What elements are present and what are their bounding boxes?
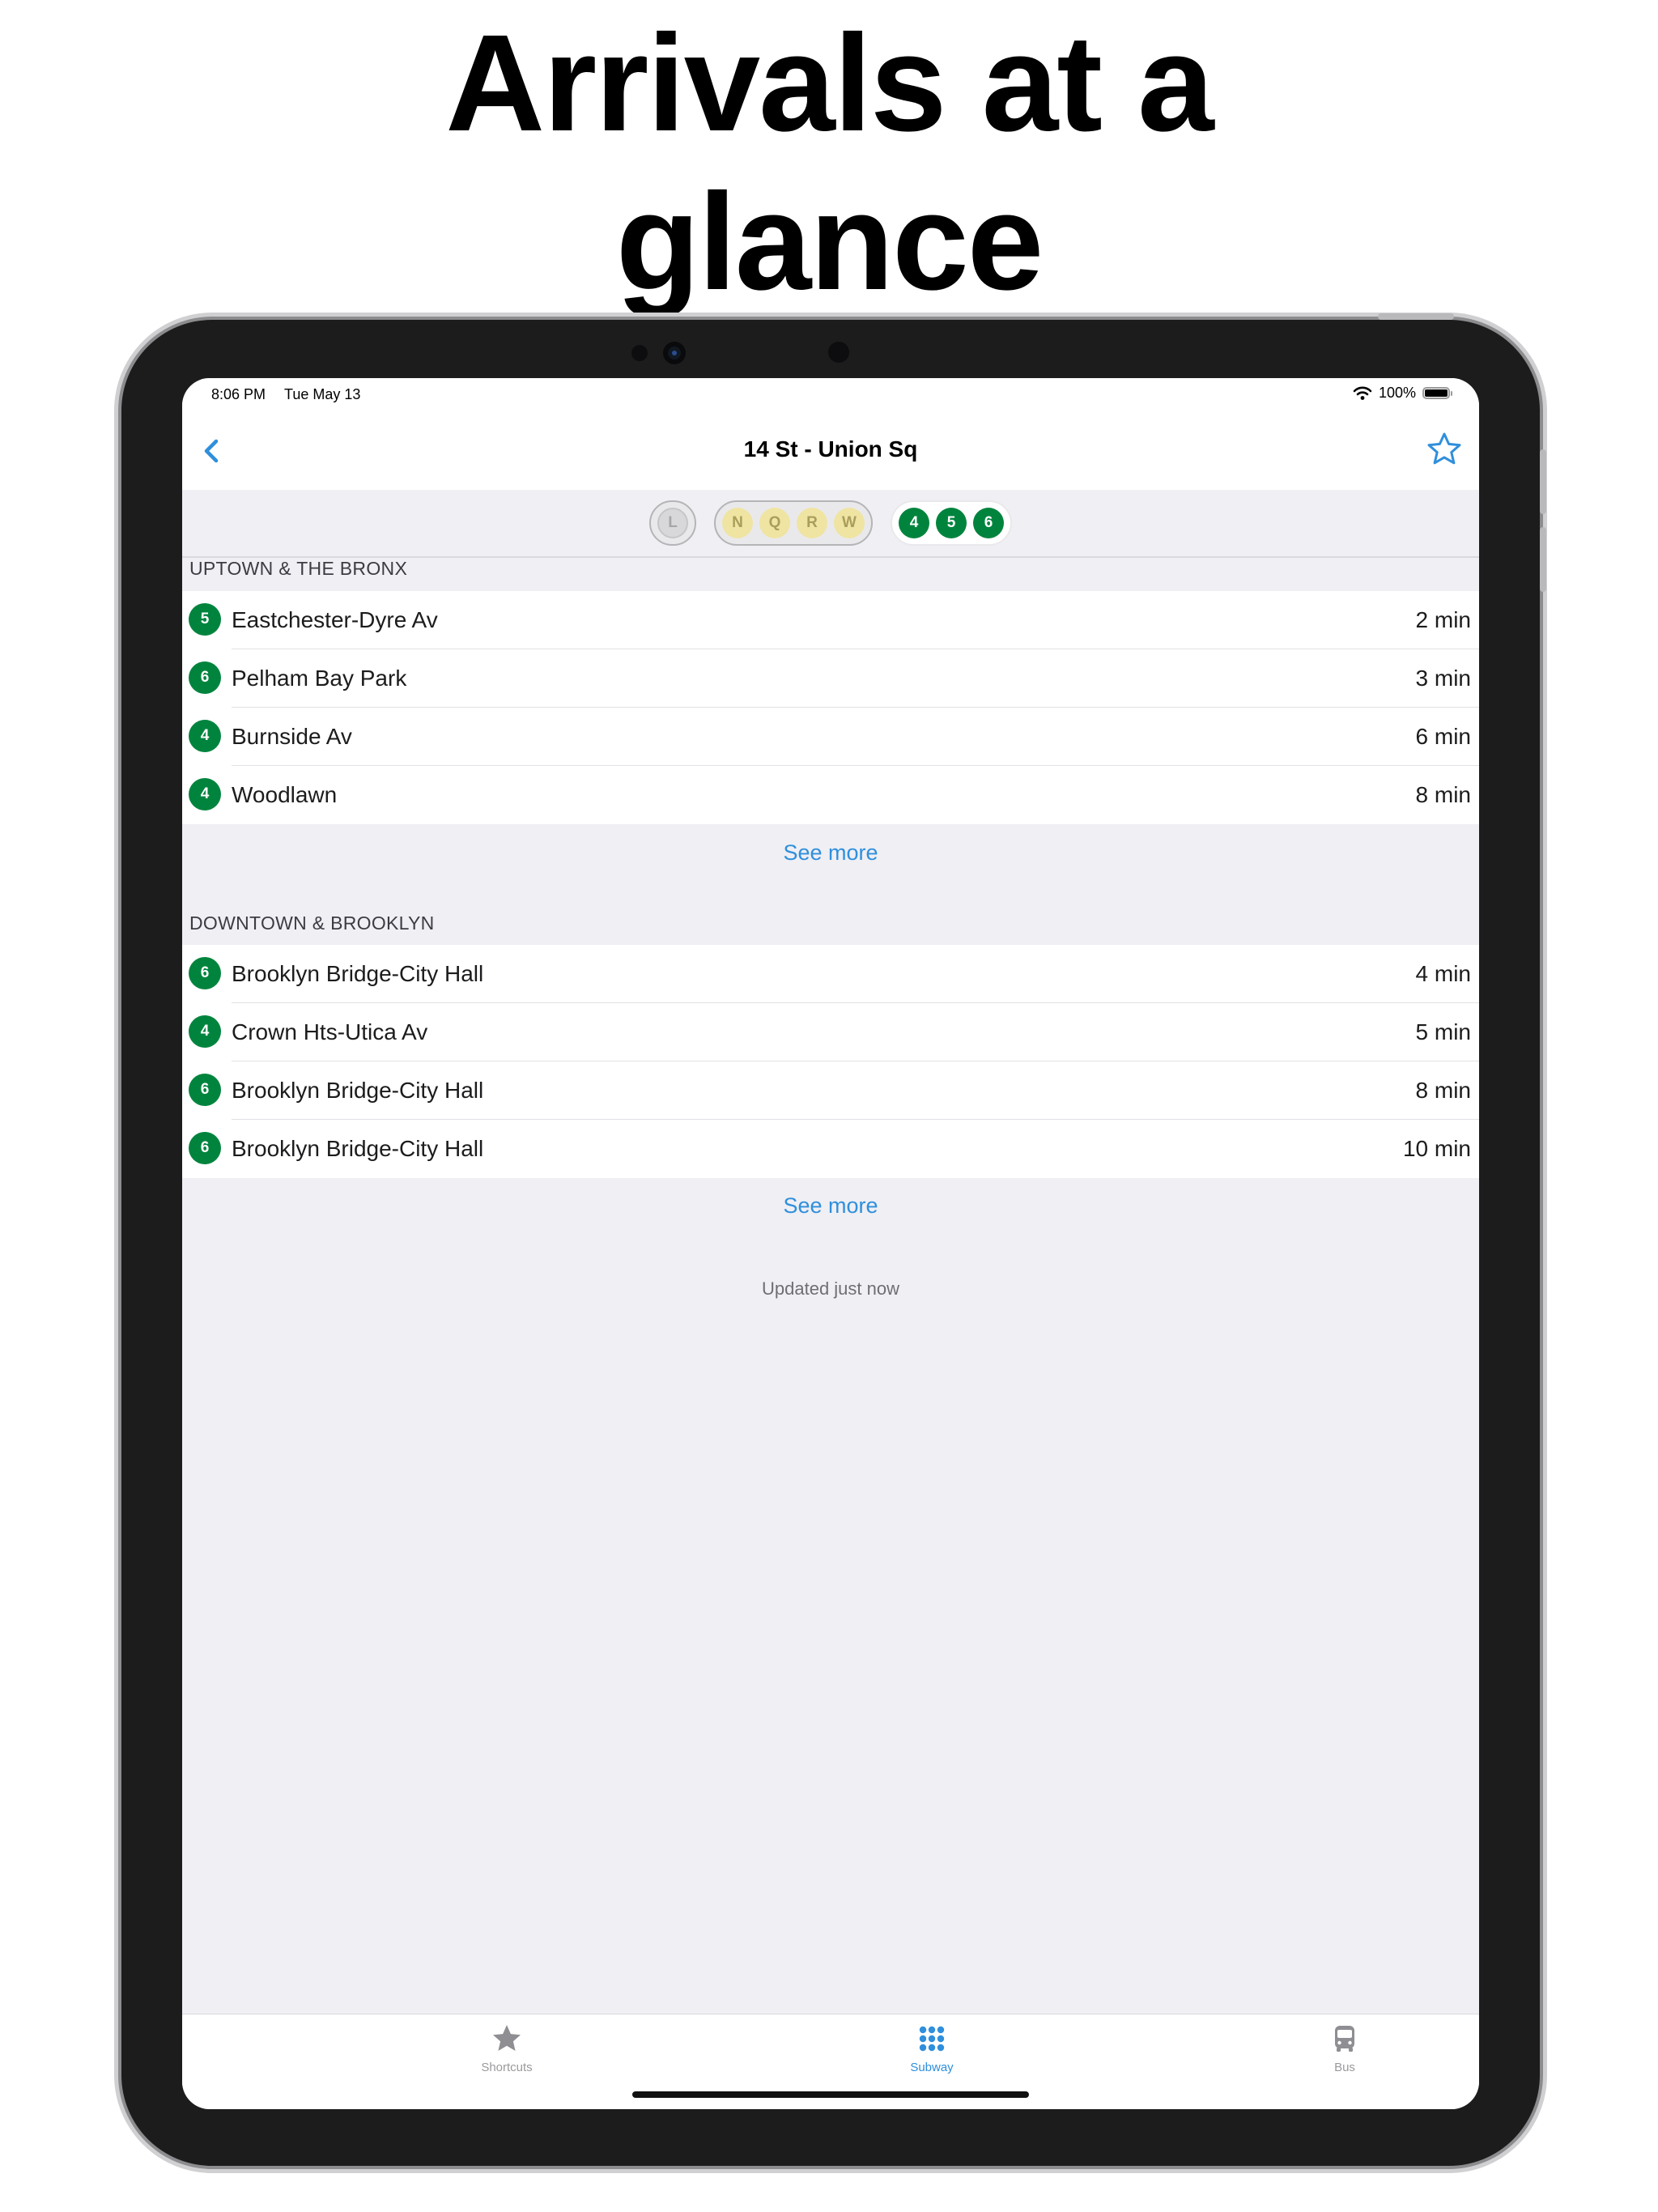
updated-status: Updated just now xyxy=(762,1278,899,1299)
line-bullet-6: 6 xyxy=(973,508,1004,538)
status-right: 100% xyxy=(1353,385,1452,402)
line-bullet-r: R xyxy=(797,508,827,538)
eta: 10 min xyxy=(1402,1136,1471,1161)
eta: 3 min xyxy=(1415,666,1471,691)
arrival-row[interactable]: 6 Brooklyn Bridge-City Hall 8 min xyxy=(182,1061,1479,1120)
arrivals-list-uptown: 5 Eastchester-Dyre Av 2 min 6 Pelham Bay… xyxy=(182,591,1479,824)
arrival-row[interactable]: 6 Brooklyn Bridge-City Hall 10 min xyxy=(182,1120,1479,1178)
star-outline-icon xyxy=(1427,432,1461,465)
route-bullet: 6 xyxy=(189,1074,221,1106)
destination: Eastchester-Dyre Av xyxy=(232,607,438,632)
destination: Brooklyn Bridge-City Hall xyxy=(232,1078,484,1103)
eta: 4 min xyxy=(1415,961,1471,986)
tab-label: Bus xyxy=(1334,2061,1355,2074)
headline-line-1: Arrivals at a xyxy=(445,6,1214,160)
see-more-downtown-link[interactable]: See more xyxy=(182,1193,1479,1219)
route-bullet: 6 xyxy=(189,661,221,694)
eta: 2 min xyxy=(1415,607,1471,632)
arrival-row[interactable]: 4 Woodlawn 8 min xyxy=(182,766,1479,824)
wifi-icon xyxy=(1353,386,1372,400)
section-header-uptown: UPTOWN & THE BRONX xyxy=(189,558,408,579)
top-button xyxy=(1378,313,1454,320)
destination: Brooklyn Bridge-City Hall xyxy=(232,1136,484,1161)
status-bar: 8:06 PM Tue May 13 100% xyxy=(182,378,1479,412)
arrivals-list-downtown: 6 Brooklyn Bridge-City Hall 4 min 4 Crow… xyxy=(182,945,1479,1178)
destination: Brooklyn Bridge-City Hall xyxy=(232,961,484,986)
route-bullet: 4 xyxy=(189,1015,221,1048)
see-more-uptown-link[interactable]: See more xyxy=(182,840,1479,866)
navigation-bar: 14 St - Union Sq xyxy=(182,412,1479,490)
arrival-row[interactable]: 6 Brooklyn Bridge-City Hall 4 min xyxy=(182,945,1479,1003)
route-bullet: 5 xyxy=(189,603,221,636)
star-icon xyxy=(493,2025,521,2051)
line-bullet-5: 5 xyxy=(936,508,967,538)
line-group-456[interactable]: 4 5 6 xyxy=(891,500,1012,546)
line-bullet-q: Q xyxy=(759,508,790,538)
sensor-icon xyxy=(828,342,849,363)
line-bullet-n: N xyxy=(722,508,753,538)
route-bullet: 6 xyxy=(189,957,221,989)
arrival-row[interactable]: 6 Pelham Bay Park 3 min xyxy=(182,649,1479,708)
favorite-button[interactable] xyxy=(1421,427,1468,474)
home-indicator xyxy=(632,2091,1029,2098)
grid-dots-icon xyxy=(919,2026,945,2052)
tab-bus[interactable]: Bus xyxy=(1264,2023,1426,2074)
headline: Arrivals at a glance xyxy=(0,4,1658,321)
line-bullet-4: 4 xyxy=(899,508,929,538)
line-bullet-w: W xyxy=(834,508,865,538)
eta: 8 min xyxy=(1415,782,1471,807)
battery-percent: 100% xyxy=(1378,385,1416,401)
headline-line-2: glance xyxy=(615,165,1044,319)
destination: Woodlawn xyxy=(232,782,338,807)
volume-down-button xyxy=(1540,527,1546,592)
arrival-row[interactable]: 4 Burnside Av 6 min xyxy=(182,708,1479,766)
page-title: 14 St - Union Sq xyxy=(743,436,918,462)
app-screen: 8:06 PM Tue May 13 100% 14 St - Union Sq xyxy=(182,378,1479,2109)
volume-up-button xyxy=(1540,449,1546,514)
arrival-row[interactable]: 4 Crown Hts-Utica Av 5 min xyxy=(182,1003,1479,1061)
eta: 5 min xyxy=(1415,1019,1471,1044)
line-bullet-l: L xyxy=(657,508,688,538)
destination: Burnside Av xyxy=(232,724,352,749)
destination: Pelham Bay Park xyxy=(232,666,407,691)
section-header-downtown: DOWNTOWN & BROOKLYN xyxy=(189,912,435,934)
line-selector: L N Q R W 4 5 6 xyxy=(182,490,1479,558)
route-bullet: 4 xyxy=(189,778,221,810)
bus-icon xyxy=(1335,2026,1354,2052)
tab-label: Subway xyxy=(910,2061,954,2074)
route-bullet: 6 xyxy=(189,1132,221,1164)
eta: 6 min xyxy=(1415,724,1471,749)
line-group-nqrw[interactable]: N Q R W xyxy=(714,500,873,546)
tab-shortcuts[interactable]: Shortcuts xyxy=(426,2023,588,2074)
status-date: Tue May 13 xyxy=(284,386,361,402)
line-group-l[interactable]: L xyxy=(649,500,696,546)
eta: 8 min xyxy=(1415,1078,1471,1103)
tab-label: Shortcuts xyxy=(481,2061,533,2074)
destination: Crown Hts-Utica Av xyxy=(232,1019,428,1044)
arrival-row[interactable]: 5 Eastchester-Dyre Av 2 min xyxy=(182,591,1479,649)
camera-icon xyxy=(663,342,686,364)
battery-icon xyxy=(1422,387,1452,399)
tab-subway[interactable]: Subway xyxy=(851,2023,1013,2074)
sensor-icon xyxy=(631,345,648,361)
status-time: 8:06 PM xyxy=(211,386,266,402)
route-bullet: 4 xyxy=(189,720,221,752)
